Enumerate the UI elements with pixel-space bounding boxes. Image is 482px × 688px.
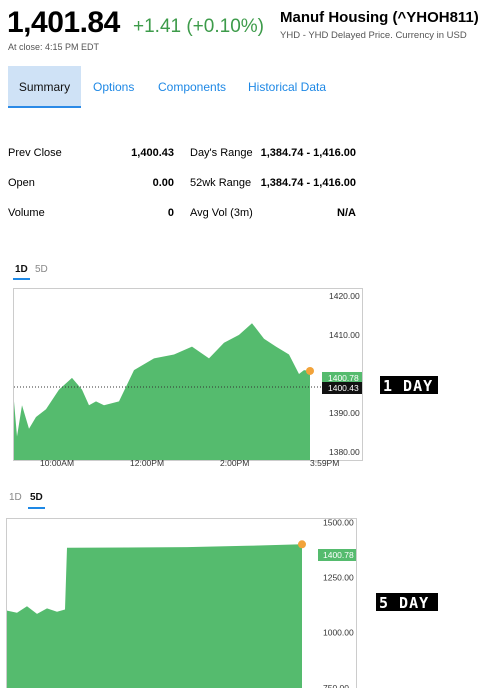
volume-value: 0 (167, 207, 174, 219)
chart1-area (14, 323, 310, 460)
tab-historical-data[interactable]: Historical Data (248, 66, 326, 108)
chart1-tab-5d[interactable]: 5D (35, 264, 48, 275)
chart1-y-tick-2: 1390.00 (329, 408, 360, 418)
chart1-y-tick-0: 1420.00 (329, 291, 360, 301)
chart2-y-tick-1: 1250.00 (323, 573, 354, 583)
avg-vol-label: Avg Vol (3m) (190, 207, 253, 219)
prev-close-value: 1,400.43 (131, 147, 174, 159)
chart1-tab-1d[interactable]: 1D (15, 264, 28, 275)
chart1-x-tick-1: 12:00PM (130, 458, 164, 468)
chart1-y-tick-3: 1380.00 (329, 447, 360, 457)
chart2-y-tick-3: 750.00 (323, 683, 349, 688)
chart1-x-tick-0: 10:00AM (40, 458, 74, 468)
chart2-tab-1d[interactable]: 1D (9, 492, 22, 503)
chart1-x-tick-2: 2:00PM (220, 458, 249, 468)
instrument-name: Manuf Housing (^YHOH811) (280, 9, 479, 26)
chart1-price-tag: 1400.78 (328, 373, 359, 383)
close-time: At close: 4:15 PM EDT (8, 42, 100, 52)
chart1-y-tick-1: 1410.00 (329, 330, 360, 340)
chart2-badge: 5 DAY (379, 594, 429, 612)
intraday-chart[interactable]: 1420.00 1410.00 1390.00 1380.00 10:00AM 12:0… (0, 282, 482, 472)
last-price: 1,401.84 (7, 6, 120, 39)
52wk-range-value: 1,384.74 - 1,416.00 (260, 177, 356, 189)
days-range-value: 1,384.74 - 1,416.00 (260, 147, 356, 159)
tab-options[interactable]: Options (93, 66, 134, 108)
price-source: YHD - YHD Delayed Price. Currency in USD (280, 30, 467, 41)
volume-label: Volume (8, 207, 45, 219)
price-change: +1.41 (+0.10%) (133, 16, 264, 37)
52wk-range-label: 52wk Range (190, 177, 252, 189)
chart1-x-tick-3: 3:59PM (310, 458, 339, 468)
tab-summary[interactable]: Summary (8, 66, 81, 108)
open-label: Open (8, 177, 35, 189)
chart1-last-marker (306, 366, 314, 375)
tab-components[interactable]: Components (158, 66, 226, 108)
chart2-tab-underline (28, 507, 45, 509)
chart2-y-tick-0: 1500.00 (323, 517, 354, 527)
open-value: 0.00 (152, 177, 174, 189)
chart2-last-marker (298, 540, 306, 549)
chart1-badge: 1 DAY (383, 377, 433, 395)
chart1-tab-underline (13, 278, 30, 280)
chart2-y-tick-2: 1000.00 (323, 628, 354, 638)
prev-close-label: Prev Close (8, 147, 62, 159)
chart1-prev-close-tag: 1400.43 (328, 383, 359, 393)
chart2-tab-5d[interactable]: 5D (30, 492, 43, 503)
avg-vol-value: N/A (337, 207, 356, 219)
chart2-price-tag: 1400.78 (323, 550, 354, 560)
days-range-label: Day's Range (190, 147, 253, 159)
five-day-chart[interactable]: 1500.00 1250.00 1000.00 750.00 1400.78 5 DA… (0, 512, 482, 688)
chart2-area (7, 544, 302, 688)
